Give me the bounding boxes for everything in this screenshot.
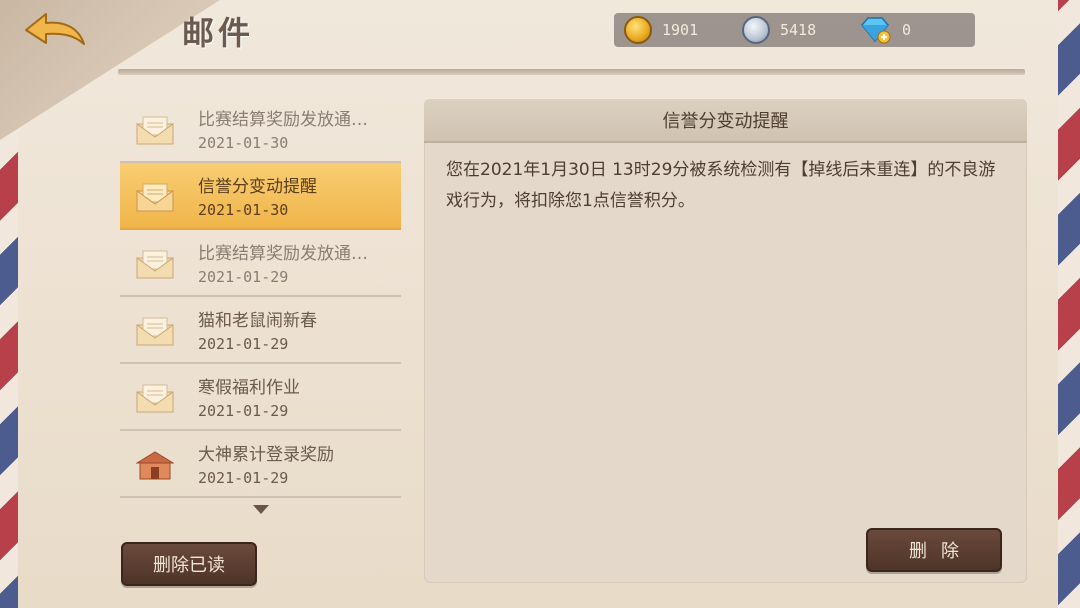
delete-read-button[interactable]: 删除已读: [121, 542, 257, 586]
gold-coin-value: 1901: [662, 21, 699, 39]
mail-subject: 信誉分变动提醒: [198, 177, 317, 197]
mail-date: 2021-01-29: [198, 469, 289, 487]
mail-detail-title: 信誉分变动提醒: [424, 99, 1027, 143]
mail-date: 2021-01-30: [198, 134, 289, 152]
mail-list: 比赛结算奖励发放通… 2021-01-30 信誉分变动提醒 2021-01-30…: [120, 96, 401, 498]
envelope-icon: [136, 384, 174, 413]
mail-date: 2021-01-29: [198, 268, 289, 286]
mail-detail-body: 您在2021年1月30日 13时29分被系统检测有【掉线后未重连】的不良游戏行为…: [446, 160, 996, 211]
mail-item[interactable]: 比赛结算奖励发放通… 2021-01-29: [120, 230, 401, 297]
gold-coin-counter: 1901: [624, 13, 698, 47]
diamond-counter[interactable]: 0: [860, 13, 911, 47]
envelope-icon: [136, 250, 174, 279]
mail-item-selected[interactable]: 信誉分变动提醒 2021-01-30: [120, 163, 401, 230]
mail-item[interactable]: 大神累计登录奖励 2021-01-29: [120, 431, 401, 498]
back-button[interactable]: [22, 10, 88, 54]
mail-subject: 寒假福利作业: [198, 378, 300, 398]
silver-coin-counter: 5418: [742, 13, 816, 47]
delete-button[interactable]: 删除: [866, 528, 1002, 572]
mail-item[interactable]: 猫和老鼠闹新春 2021-01-29: [120, 297, 401, 364]
mail-subject: 猫和老鼠闹新春: [198, 311, 317, 331]
envelope-icon: [136, 116, 174, 145]
envelope-icon: [136, 183, 174, 212]
silver-coin-icon: [742, 16, 770, 44]
mail-subject: 比赛结算奖励发放通…: [198, 110, 368, 130]
mail-item[interactable]: 寒假福利作业 2021-01-29: [120, 364, 401, 431]
house-icon: [136, 451, 174, 480]
diamond-value: 0: [902, 21, 912, 39]
mail-subject: 大神累计登录奖励: [198, 445, 334, 465]
currency-bar: 1901 5418 0: [614, 13, 975, 47]
silver-coin-value: 5418: [780, 21, 817, 39]
mail-date: 2021-01-30: [198, 201, 289, 219]
page-title: 邮件: [182, 14, 255, 52]
mail-subject: 比赛结算奖励发放通…: [198, 244, 368, 264]
diamond-add-icon[interactable]: [860, 16, 892, 44]
header-divider: [118, 69, 1025, 75]
gold-coin-icon: [624, 16, 652, 44]
scroll-down-icon[interactable]: [253, 505, 269, 514]
mail-date: 2021-01-29: [198, 402, 289, 420]
mail-detail-panel: 信誉分变动提醒 您在2021年1月30日 13时29分被系统检测有【掉线后未重连…: [424, 99, 1027, 583]
mail-item[interactable]: 比赛结算奖励发放通… 2021-01-30: [120, 96, 401, 163]
envelope-icon: [136, 317, 174, 346]
mail-date: 2021-01-29: [198, 335, 289, 353]
back-arrow-icon: [25, 13, 85, 45]
